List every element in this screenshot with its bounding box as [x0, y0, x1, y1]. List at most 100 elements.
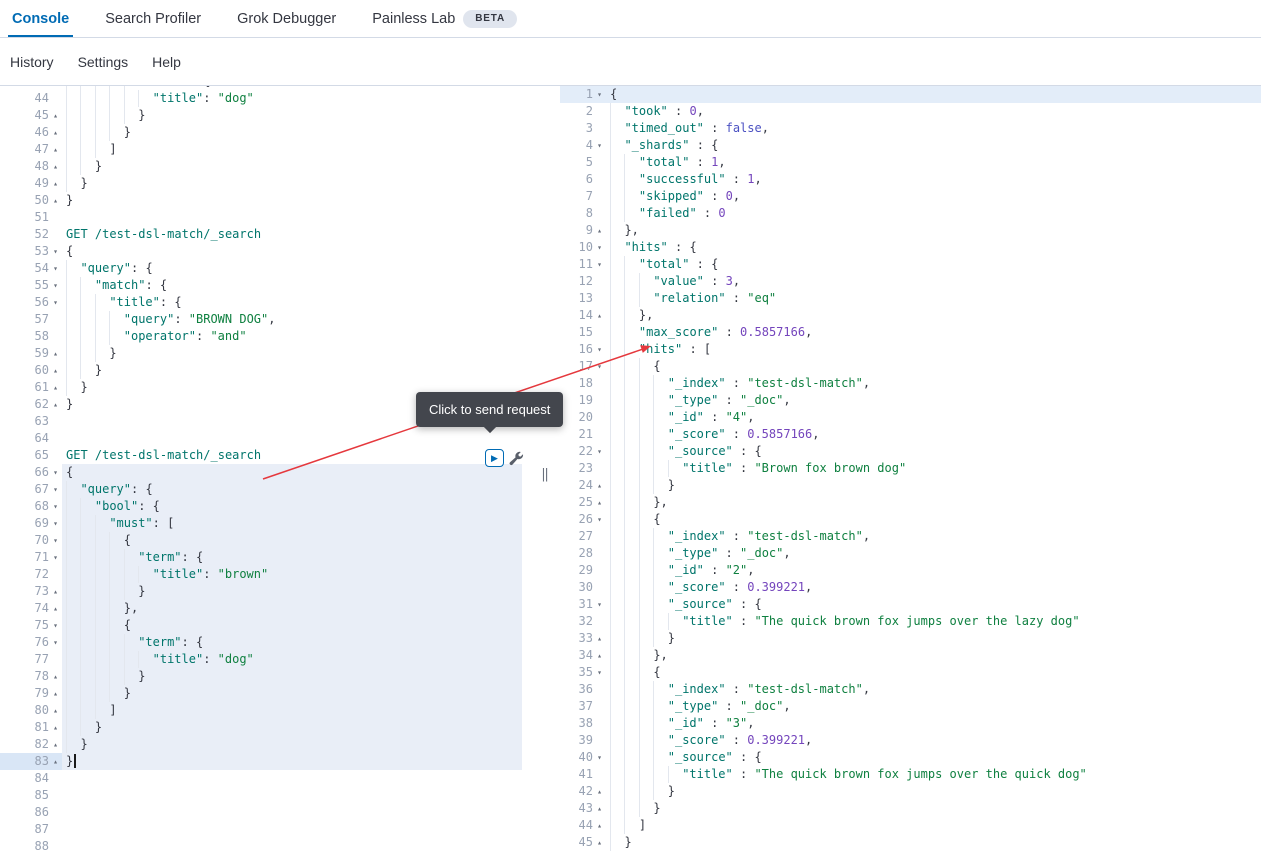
request-settings-button[interactable] — [509, 451, 524, 466]
code-line-35[interactable]: 35▾{ — [560, 664, 1261, 681]
code-line-30[interactable]: 30"_score" : 0.399221, — [560, 579, 1261, 596]
code-line-73[interactable]: 73▴} — [0, 583, 530, 600]
code-line-5[interactable]: 5"total" : 1, — [560, 154, 1261, 171]
code-line-43[interactable]: 43▴} — [560, 800, 1261, 817]
tab-console[interactable]: Console — [8, 0, 73, 37]
code-line-55[interactable]: 55▾"match": { — [0, 277, 530, 294]
code-line-10[interactable]: 10▾"hits" : { — [560, 239, 1261, 256]
fold-close-icon[interactable]: ▴ — [49, 668, 62, 685]
fold-open-icon[interactable]: ▾ — [49, 243, 62, 260]
response-pane[interactable]: 1▾{2"took" : 0,3"timed_out" : false,4▾"_… — [560, 86, 1261, 860]
code-line-31[interactable]: 31▾"_source" : { — [560, 596, 1261, 613]
code-line-50[interactable]: 50▴} — [0, 192, 530, 209]
fold-open-icon[interactable]: ▾ — [49, 260, 62, 277]
code-line-69[interactable]: 69▾"must": [ — [0, 515, 530, 532]
fold-open-icon[interactable]: ▾ — [49, 617, 62, 634]
fold-close-icon[interactable]: ▴ — [49, 583, 62, 600]
code-line-44[interactable]: 44"title": "dog" — [0, 90, 530, 107]
menu-help[interactable]: Help — [152, 54, 181, 70]
fold-close-icon[interactable]: ▴ — [49, 141, 62, 158]
code-line-84[interactable]: 84 — [0, 770, 530, 787]
fold-open-icon[interactable]: ▾ — [49, 549, 62, 566]
fold-close-icon[interactable]: ▴ — [593, 222, 606, 239]
code-line-28[interactable]: 28"_type" : "_doc", — [560, 545, 1261, 562]
code-line-46[interactable]: 46▴} — [0, 124, 530, 141]
fold-open-icon[interactable]: ▾ — [49, 498, 62, 515]
code-line-60[interactable]: 60▴} — [0, 362, 530, 379]
fold-close-icon[interactable]: ▴ — [49, 379, 62, 396]
fold-open-icon[interactable]: ▾ — [593, 664, 606, 681]
fold-close-icon[interactable]: ▴ — [593, 834, 606, 851]
code-line-52[interactable]: 52GET /test-dsl-match/_search — [0, 226, 530, 243]
code-line-7[interactable]: 7"skipped" : 0, — [560, 188, 1261, 205]
code-line-20[interactable]: 20"_id" : "4", — [560, 409, 1261, 426]
fold-close-icon[interactable]: ▴ — [49, 362, 62, 379]
code-line-80[interactable]: 80▴] — [0, 702, 530, 719]
fold-close-icon[interactable]: ▴ — [49, 719, 62, 736]
fold-open-icon[interactable]: ▾ — [593, 256, 606, 273]
code-line-86[interactable]: 86 — [0, 804, 530, 821]
fold-open-icon[interactable]: ▾ — [593, 341, 606, 358]
code-line-45[interactable]: 45▴} — [560, 834, 1261, 851]
code-line-18[interactable]: 18"_index" : "test-dsl-match", — [560, 375, 1261, 392]
code-line-53[interactable]: 53▾{ — [0, 243, 530, 260]
code-line-22[interactable]: 22▾"_source" : { — [560, 443, 1261, 460]
fold-close-icon[interactable]: ▴ — [49, 107, 62, 124]
code-line-19[interactable]: 19"_type" : "_doc", — [560, 392, 1261, 409]
fold-close-icon[interactable]: ▴ — [49, 345, 62, 362]
code-line-14[interactable]: 14▴}, — [560, 307, 1261, 324]
code-line-78[interactable]: 78▴} — [0, 668, 530, 685]
fold-close-icon[interactable]: ▴ — [49, 175, 62, 192]
fold-close-icon[interactable]: ▴ — [49, 600, 62, 617]
code-line-54[interactable]: 54▾"query": { — [0, 260, 530, 277]
fold-open-icon[interactable]: ▾ — [49, 515, 62, 532]
fold-close-icon[interactable]: ▴ — [593, 494, 606, 511]
fold-close-icon[interactable]: ▴ — [49, 702, 62, 719]
code-line-38[interactable]: 38"_id" : "3", — [560, 715, 1261, 732]
code-line-64[interactable]: 64 — [0, 430, 530, 447]
code-line-49[interactable]: 49▴} — [0, 175, 530, 192]
code-line-34[interactable]: 34▴}, — [560, 647, 1261, 664]
code-line-75[interactable]: 75▾{ — [0, 617, 530, 634]
fold-open-icon[interactable]: ▾ — [593, 596, 606, 613]
fold-open-icon[interactable]: ▾ — [593, 511, 606, 528]
fold-close-icon[interactable]: ▴ — [593, 630, 606, 647]
code-line-12[interactable]: 12"value" : 3, — [560, 273, 1261, 290]
request-editor-pane[interactable]: 43▾"match": {44"title": "dog"45▴}46▴}47▴… — [0, 86, 530, 860]
code-line-66[interactable]: 66▾{ — [0, 464, 530, 481]
code-line-41[interactable]: 41"title" : "The quick brown fox jumps o… — [560, 766, 1261, 783]
fold-open-icon[interactable]: ▾ — [49, 294, 62, 311]
code-line-23[interactable]: 23"title" : "Brown fox brown dog" — [560, 460, 1261, 477]
code-line-29[interactable]: 29"_id" : "2", — [560, 562, 1261, 579]
code-line-42[interactable]: 42▴} — [560, 783, 1261, 800]
code-line-32[interactable]: 32"title" : "The quick brown fox jumps o… — [560, 613, 1261, 630]
fold-open-icon[interactable]: ▾ — [49, 464, 62, 481]
code-line-58[interactable]: 58"operator": "and" — [0, 328, 530, 345]
code-line-57[interactable]: 57"query": "BROWN DOG", — [0, 311, 530, 328]
code-line-77[interactable]: 77"title": "dog" — [0, 651, 530, 668]
tab-painless-lab[interactable]: Painless Lab BETA — [368, 0, 521, 37]
code-line-81[interactable]: 81▴} — [0, 719, 530, 736]
fold-close-icon[interactable]: ▴ — [593, 477, 606, 494]
fold-close-icon[interactable]: ▴ — [49, 685, 62, 702]
code-line-70[interactable]: 70▾{ — [0, 532, 530, 549]
fold-open-icon[interactable]: ▾ — [49, 277, 62, 294]
fold-open-icon[interactable]: ▾ — [49, 532, 62, 549]
code-line-4[interactable]: 4▾"_shards" : { — [560, 137, 1261, 154]
fold-open-icon[interactable]: ▾ — [593, 443, 606, 460]
code-line-17[interactable]: 17▾{ — [560, 358, 1261, 375]
fold-close-icon[interactable]: ▴ — [593, 800, 606, 817]
code-line-87[interactable]: 87 — [0, 821, 530, 838]
code-line-83[interactable]: 83▴} — [0, 753, 530, 770]
fold-close-icon[interactable]: ▴ — [49, 158, 62, 175]
code-line-56[interactable]: 56▾"title": { — [0, 294, 530, 311]
fold-open-icon[interactable]: ▾ — [49, 634, 62, 651]
code-line-79[interactable]: 79▴} — [0, 685, 530, 702]
code-line-88[interactable]: 88 — [0, 838, 530, 855]
fold-close-icon[interactable]: ▴ — [593, 783, 606, 800]
code-line-11[interactable]: 11▾"total" : { — [560, 256, 1261, 273]
code-line-16[interactable]: 16▾"hits" : [ — [560, 341, 1261, 358]
code-line-67[interactable]: 67▾"query": { — [0, 481, 530, 498]
code-line-37[interactable]: 37"_type" : "_doc", — [560, 698, 1261, 715]
code-line-45[interactable]: 45▴} — [0, 107, 530, 124]
